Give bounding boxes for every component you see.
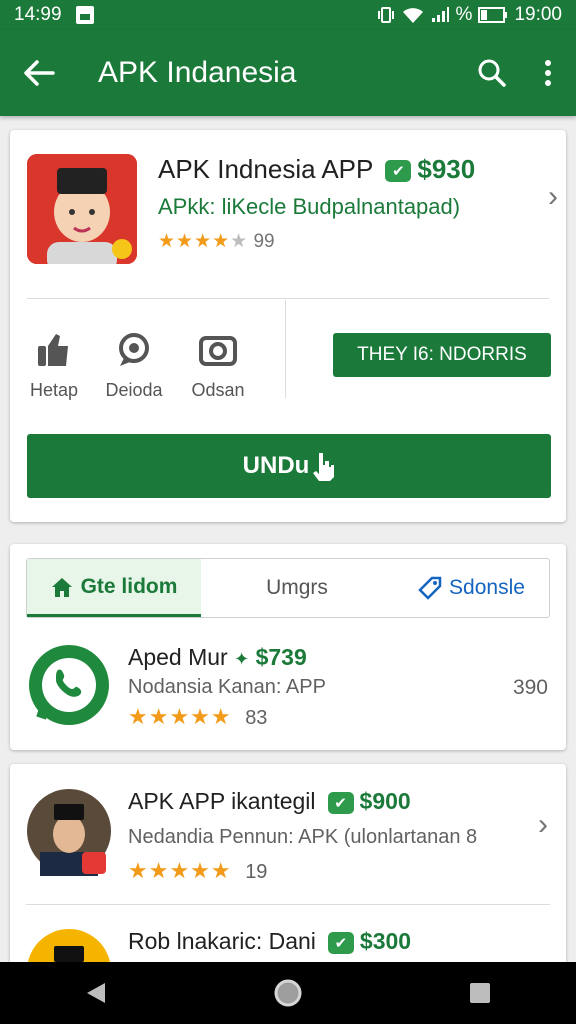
chat-icon xyxy=(114,330,154,370)
status-time-left: 14:99 xyxy=(14,4,62,25)
app-subtitle: APkk: liKecle Budpalnantapad) xyxy=(158,194,461,219)
item-price: $900 xyxy=(359,788,411,814)
action-odsan[interactable]: Odsan xyxy=(178,330,258,401)
back-button[interactable] xyxy=(0,30,78,116)
rating-stars: ★★★★★ xyxy=(128,704,232,729)
item-price: $300 xyxy=(359,928,412,954)
app-icon xyxy=(27,154,137,264)
sd-card-icon xyxy=(75,6,94,24)
nav-home-icon xyxy=(274,979,302,1007)
action-label: Odsan xyxy=(191,380,245,400)
item-name: Rob lnakaric: Dani xyxy=(128,928,316,954)
tab-label: Gte lidom xyxy=(80,574,178,598)
action-hetap[interactable]: Hetap xyxy=(14,330,94,401)
back-arrow-icon xyxy=(24,60,55,86)
rating-count: 83 xyxy=(245,707,268,729)
tab-label: Umgrs xyxy=(266,576,328,599)
item-count: 390 xyxy=(512,676,548,699)
nav-back-icon xyxy=(87,983,105,1003)
verified-badge-icon: ✔ xyxy=(327,791,354,814)
nav-back-button[interactable] xyxy=(66,962,126,1024)
rating-stars: ★★★★★ xyxy=(158,231,249,252)
search-icon xyxy=(478,59,506,87)
vibrate-icon xyxy=(377,7,394,23)
signal-icon xyxy=(431,7,449,22)
item-price: $739 xyxy=(255,644,307,670)
status-time-right: 19:00 xyxy=(514,4,562,25)
item-subtitle: Nedandia Pennun: APK (ulonlartanan 8 xyxy=(128,826,478,848)
tab-label: Sdonsle xyxy=(449,576,525,599)
item-title: Rob lnakaric: Dani ✔ $300 xyxy=(128,928,411,955)
divider xyxy=(27,298,549,299)
avatar-icon xyxy=(27,789,111,876)
thumb-icon xyxy=(34,330,74,370)
list-item[interactable]: Aped Mur ✦ $739 Nodansia Kanan: APP ★★★★… xyxy=(10,636,566,740)
system-nav-bar xyxy=(0,962,576,1024)
app-detail-card: APK Indnesia APP ✔ $930 APkk: liKecle Budp… xyxy=(10,130,566,522)
verified-badge-icon: ✔ xyxy=(385,160,412,183)
item-subtitle: Nodansia Kanan: APP xyxy=(128,676,326,698)
download-button-label: UNDu xyxy=(242,452,310,479)
home-icon xyxy=(51,577,72,597)
more-vert-icon xyxy=(545,60,551,86)
app-name: APK Indnesia APP xyxy=(158,154,374,184)
action-label: Hetap xyxy=(29,380,79,400)
action-deioda[interactable]: Deioda xyxy=(94,330,174,401)
hand-pointer-icon xyxy=(313,453,335,481)
status-bar: 14:99 % 19:00 xyxy=(0,0,576,30)
item-title: APK APP ikantegil ✔ $900 xyxy=(128,788,411,815)
item-rating: ★★★★★ 19 xyxy=(128,858,267,884)
action-label: Deioda xyxy=(105,380,163,400)
app-rating: ★★★★★ 99 xyxy=(158,230,275,253)
item-title: Aped Mur ✦ $739 xyxy=(128,644,307,671)
sparkle-icon: ✦ xyxy=(234,649,250,669)
rating-count: 99 xyxy=(253,231,275,252)
app-title: APK Indnesia APP ✔ $930 xyxy=(158,154,475,185)
battery-percent: % xyxy=(455,4,473,25)
chevron-right-icon[interactable]: › xyxy=(548,180,558,214)
item-name: Aped Mur xyxy=(128,644,228,670)
nav-recents-icon xyxy=(470,983,490,1003)
more-options-button[interactable] xyxy=(520,30,576,116)
avatar-illustration-icon xyxy=(27,154,137,264)
divider xyxy=(26,904,550,905)
tag-icon xyxy=(418,576,442,600)
download-button[interactable]: UNDu xyxy=(27,434,551,498)
page-title: APK Indanesia xyxy=(98,56,297,89)
secondary-button[interactable]: THEY I6: NDORRIS xyxy=(333,333,551,377)
rating-stars: ★★★★★ xyxy=(128,858,232,883)
tab-umgrs[interactable]: Umgrs xyxy=(201,559,393,617)
tab-bar: Gte lidom Umgrs Sdonsle xyxy=(26,558,550,618)
whatsapp-icon xyxy=(29,645,109,725)
apps-list-card: Gte lidom Umgrs Sdonsle Aped Mur ✦ $739 … xyxy=(10,544,566,750)
apps-list-card-2: APK APP ikantegil ✔ $900 Nedandia Pennun: … xyxy=(10,764,566,984)
battery-icon xyxy=(478,7,508,23)
rating-count: 19 xyxy=(245,861,268,883)
chevron-right-icon[interactable]: › xyxy=(538,808,548,842)
verified-badge-icon: ✔ xyxy=(327,931,354,954)
app-bar: APK Indanesia xyxy=(0,30,576,116)
tab-home[interactable]: Gte lidom xyxy=(27,559,201,617)
app-price: $930 xyxy=(417,154,476,184)
camera-icon xyxy=(198,330,238,370)
item-rating: ★★★★★ 83 xyxy=(128,704,267,730)
item-name: APK APP ikantegil xyxy=(128,788,316,814)
nav-home-button[interactable] xyxy=(258,962,318,1024)
wifi-icon xyxy=(402,8,423,23)
divider xyxy=(285,300,286,398)
tab-sdonsle[interactable]: Sdonsle xyxy=(393,559,549,617)
list-item[interactable]: APK APP ikantegil ✔ $900 Nedandia Pennun: … xyxy=(10,780,566,904)
search-button[interactable] xyxy=(464,30,520,116)
nav-recents-button[interactable] xyxy=(450,962,510,1024)
